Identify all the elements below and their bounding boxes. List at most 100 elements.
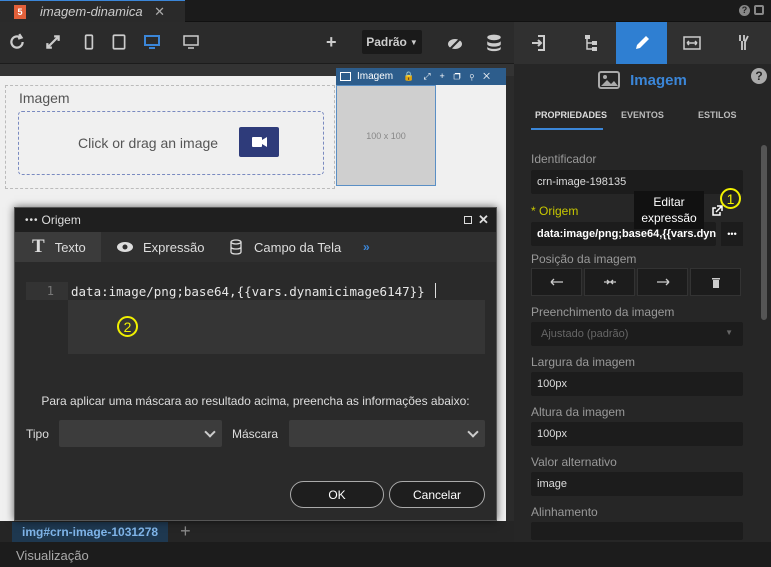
tab-tools[interactable]	[718, 22, 769, 64]
image-icon	[598, 71, 621, 89]
arrows-h-icon	[683, 36, 701, 50]
breadcrumb: img#crn-image-1031278 +	[0, 521, 514, 542]
arrow-right-icon	[656, 278, 669, 286]
placeholder-size: 100 x 100	[366, 130, 406, 141]
tab-tree[interactable]	[565, 22, 616, 64]
edit-expression-tooltip: Editar expressão	[634, 191, 704, 229]
database-icon[interactable]	[485, 34, 503, 52]
caret-down-icon: ▼	[725, 328, 733, 337]
tab-campo-da-tela[interactable]: Campo da Tela	[230, 232, 341, 262]
code-line[interactable]: data:image/png;base64,{{vars.dynamicimag…	[71, 282, 425, 299]
image-component-label: Imagem	[19, 90, 70, 106]
clear-position-button[interactable]	[690, 268, 741, 296]
file-tab-name: imagem-dinamica	[40, 4, 143, 19]
database-icon	[230, 239, 242, 255]
menu-dots-icon: •••	[25, 214, 39, 226]
preenchimento-value: Ajustado (padrão)	[541, 328, 629, 340]
more-tabs-icon[interactable]: »	[363, 240, 370, 254]
alt-label: Valor alternativo	[531, 455, 617, 469]
refresh-icon[interactable]	[8, 33, 26, 51]
preenchimento-label: Preenchimento da imagem	[531, 305, 675, 319]
upload-image-button[interactable]	[239, 127, 279, 157]
close-dialog-icon[interactable]: ✕	[478, 212, 489, 228]
panel-scrollbar[interactable]	[761, 145, 767, 320]
maximize-icon[interactable]	[464, 216, 472, 224]
trash-icon	[711, 277, 720, 288]
sitemap-icon	[585, 35, 597, 51]
selected-component-toolbar[interactable]: Imagem 🔒⤢+❐⚲✕	[336, 68, 506, 85]
dialog-header: ••• Origem	[15, 208, 496, 232]
tipo-select[interactable]	[59, 420, 222, 447]
mascara-select[interactable]	[289, 420, 485, 447]
desktop-icon[interactable]	[143, 33, 161, 51]
help-icon[interactable]: ?	[751, 68, 767, 84]
arrow-left-icon	[550, 278, 563, 286]
cancel-button[interactable]: Cancelar	[389, 481, 485, 508]
help-icon[interactable]: ?	[739, 5, 750, 16]
tab-texto[interactable]: T Texto	[15, 232, 101, 262]
panel-title: Imagem	[514, 64, 771, 96]
dialog-title: Origem	[41, 213, 81, 227]
tab-expressao-label: Expressão	[143, 239, 205, 255]
file-tab[interactable]: 5 imagem-dinamica ✕	[0, 0, 185, 22]
annotation-marker-1: 1	[720, 188, 741, 209]
origem-label: * Origem	[531, 204, 579, 218]
text-cursor	[435, 283, 436, 298]
canvas-scrollbar[interactable]	[506, 76, 514, 524]
panel-title-text: Imagem	[630, 71, 687, 89]
tools-icon	[739, 35, 749, 50]
selected-component-name: Imagem	[357, 71, 394, 82]
altura-field[interactable]: 100px	[531, 422, 743, 446]
designer-toolbar	[0, 22, 514, 64]
tab-resize[interactable]	[667, 22, 718, 64]
tab-texto-label: Texto	[54, 239, 86, 255]
tab-expressao[interactable]: Expressão	[116, 232, 204, 262]
preenchimento-select[interactable]: Ajustado (padrão) ▼	[531, 322, 743, 346]
position-center-button[interactable]	[584, 268, 635, 296]
eye-slash-icon[interactable]	[446, 35, 464, 53]
alt-field[interactable]: image	[531, 472, 743, 496]
chevron-down-icon	[204, 426, 216, 438]
drop-zone-text: Click or drag an image	[78, 135, 219, 151]
component-actions-icons[interactable]: 🔒⤢+❐⚲✕	[403, 71, 499, 82]
tab-estilos[interactable]: ESTILOS	[698, 110, 737, 120]
position-right-button[interactable]	[637, 268, 688, 296]
window-toggle-icon[interactable]	[754, 5, 764, 15]
tablet-icon[interactable]	[110, 33, 128, 51]
more-options-button[interactable]: •••	[721, 222, 743, 246]
external-link-icon[interactable]	[712, 205, 723, 216]
add-breadcrumb-icon[interactable]: +	[180, 521, 191, 542]
panel-tab-bar	[514, 22, 771, 64]
altura-label: Altura da imagem	[531, 405, 626, 419]
position-left-button[interactable]	[531, 268, 582, 296]
add-icon[interactable]: +	[326, 32, 337, 53]
tipo-label: Tipo	[26, 427, 49, 441]
caret-down-icon: ▼	[409, 37, 418, 47]
html5-icon: 5	[14, 4, 26, 19]
device-select[interactable]: Padrão ▼	[362, 30, 422, 54]
video-camera-icon	[252, 137, 267, 147]
line-number: 1	[26, 282, 68, 300]
selected-image-placeholder[interactable]: 100 x 100	[336, 85, 436, 186]
device-select-value: Padrão	[366, 35, 407, 49]
active-tab-indicator	[531, 128, 603, 130]
expand-icon[interactable]	[44, 33, 62, 51]
largura-field[interactable]: 100px	[531, 372, 743, 396]
tab-eventos[interactable]: EVENTOS	[621, 110, 664, 120]
phone-icon[interactable]	[80, 33, 98, 51]
tab-import[interactable]	[514, 22, 565, 64]
alinhamento-label: Alinhamento	[531, 505, 598, 519]
mask-instructions: Para aplicar uma máscara ao resultado ac…	[41, 394, 470, 408]
status-bar: Visualização	[0, 542, 771, 567]
largura-label: Largura da imagem	[531, 355, 636, 369]
ok-button[interactable]: OK	[290, 481, 384, 508]
monitor-icon[interactable]	[182, 33, 200, 51]
annotation-marker-2: 2	[117, 316, 138, 337]
breadcrumb-item[interactable]: img#crn-image-1031278	[12, 521, 169, 542]
tab-properties[interactable]	[616, 22, 667, 64]
alinhamento-select[interactable]	[531, 522, 743, 540]
close-tab-icon[interactable]: ✕	[154, 4, 165, 20]
text-icon: T	[32, 236, 45, 257]
status-bar-label[interactable]: Visualização	[16, 548, 89, 563]
tab-propriedades[interactable]: PROPRIEDADES	[535, 110, 607, 120]
